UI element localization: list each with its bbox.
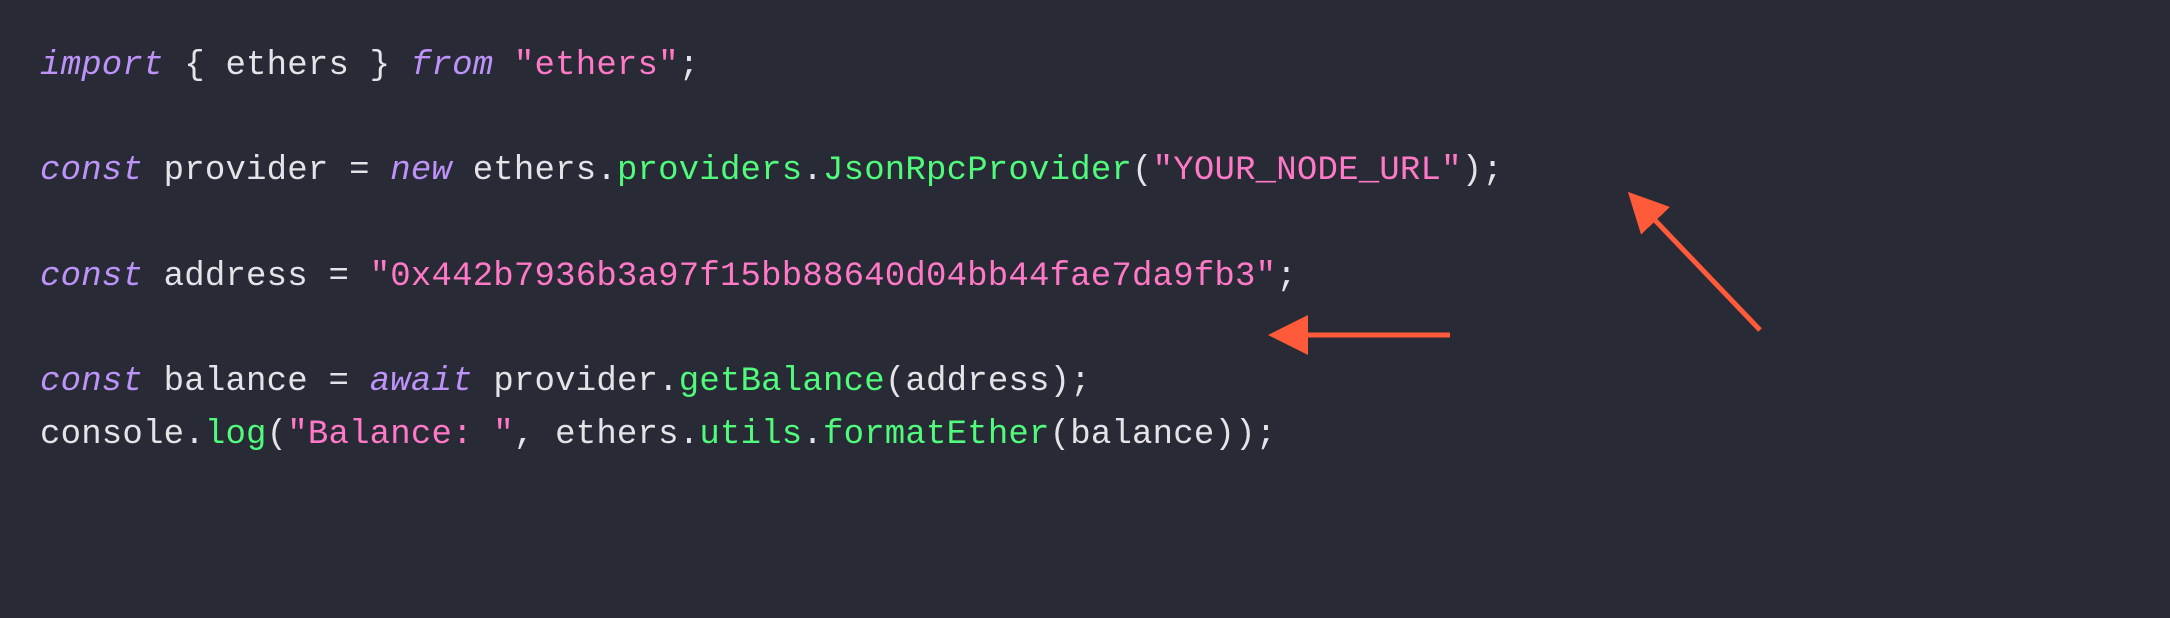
line-8: console.log("Balance: ", ethers.utils.fo… (40, 416, 1276, 454)
space (493, 47, 514, 85)
method-log: log (205, 416, 267, 454)
identifier-ethers: ethers (225, 47, 349, 85)
string-module: "ethers" (514, 47, 679, 85)
line-5: const address = "0x442b7936b3a97f15bb886… (40, 258, 1297, 296)
keyword-const: const (40, 258, 143, 296)
string-balance-label: "Balance: " (287, 416, 514, 454)
identifier-ethers: ethers (555, 416, 679, 454)
line-7: const balance = await provider.getBalanc… (40, 363, 1091, 401)
identifier-balance: balance (164, 363, 308, 401)
identifier-provider: provider (493, 363, 658, 401)
keyword-from: from (411, 47, 493, 85)
method-getbalance: getBalance (679, 363, 885, 401)
property-utils: utils (699, 416, 802, 454)
arg-address: address (905, 363, 1049, 401)
keyword-await: await (370, 363, 473, 401)
line-1: import { ethers } from "ethers"; (40, 47, 699, 85)
property-providers: providers (617, 152, 802, 190)
arg-balance: balance (1070, 416, 1214, 454)
string-node-url: "YOUR_NODE_URL" (1153, 152, 1462, 190)
keyword-import: import (40, 47, 164, 85)
keyword-new: new (390, 152, 452, 190)
brace-open: { (164, 47, 226, 85)
ctor-jsonrpcprovider: JsonRpcProvider (823, 152, 1132, 190)
code-block: import { ethers } from "ethers"; const p… (0, 0, 2170, 502)
identifier-provider: provider (164, 152, 329, 190)
brace-close: } (349, 47, 411, 85)
semicolon: ; (679, 47, 700, 85)
string-address: "0x442b7936b3a97f15bb88640d04bb44fae7da9… (370, 258, 1277, 296)
identifier-address: address (164, 258, 308, 296)
keyword-const: const (40, 152, 143, 190)
identifier-ethers: ethers (473, 152, 597, 190)
method-formatether: formatEther (823, 416, 1050, 454)
keyword-const: const (40, 363, 143, 401)
identifier-console: console (40, 416, 184, 454)
line-3: const provider = new ethers.providers.Js… (40, 152, 1503, 190)
